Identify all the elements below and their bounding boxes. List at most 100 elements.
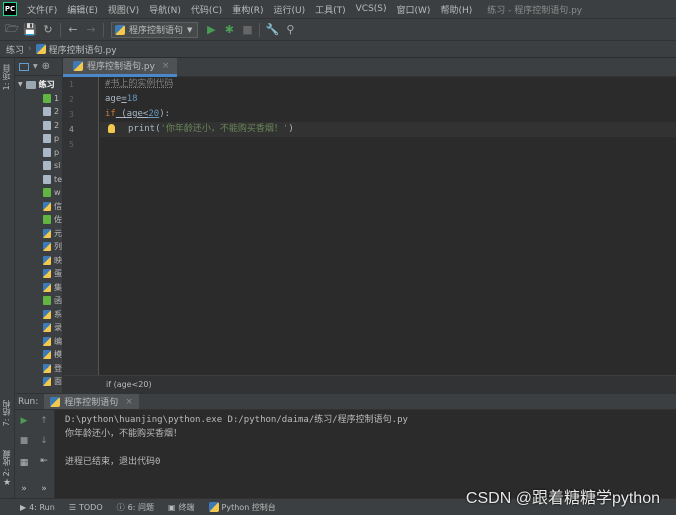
favorites-tool-tab[interactable]: 2: 收藏 [1, 450, 12, 476]
sync-icon[interactable]: ↻ [39, 21, 57, 39]
tree-item[interactable]: p [43, 146, 62, 160]
problems-tool-tab[interactable]: ⓘ 6: 问题 [117, 502, 154, 513]
target-icon[interactable]: ⊕ [42, 61, 50, 72]
code-line[interactable]: if (age<20): [100, 107, 676, 122]
menu-run[interactable]: 运行(U) [268, 3, 310, 16]
chevron-down-icon[interactable]: ▼ [33, 63, 38, 70]
close-icon[interactable]: × [162, 61, 170, 71]
run-tab[interactable]: 程序控制语句 × [44, 394, 139, 409]
layout-icon[interactable]: ▦ [17, 456, 31, 470]
code-area[interactable]: #书上的实例代码 age=18 if (age<20): print('你年龄还… [100, 77, 676, 375]
tree-item-label: te [54, 174, 63, 184]
open-folder-icon[interactable]: 🗁 [3, 21, 21, 39]
tree-item[interactable]: w [43, 186, 62, 200]
run-config-select[interactable]: 程序控制语句 ▼ [111, 21, 199, 38]
run-icon[interactable]: ▶ [202, 21, 220, 39]
star-icon[interactable]: ★ [3, 478, 11, 488]
arrow-down-icon[interactable]: ↓ [37, 434, 51, 448]
python-file-icon [35, 44, 46, 54]
tree-item[interactable]: 系 [43, 308, 62, 322]
code-line-current[interactable]: print('你年龄还小，不能购买香烟！') [100, 122, 676, 137]
pycharm-logo-icon: PC [3, 2, 17, 16]
toolbar-divider [103, 22, 104, 37]
tree-item-label: 2 [54, 107, 60, 117]
menu-view[interactable]: 视图(V) [103, 3, 144, 16]
code-line[interactable]: #书上的实例代码 [100, 77, 676, 92]
menu-file[interactable]: 文件(F) [22, 3, 62, 16]
code-line[interactable] [100, 137, 676, 152]
menu-help[interactable]: 帮助(H) [435, 3, 477, 16]
stop-icon[interactable]: ■ [238, 21, 256, 39]
code-breadcrumb-label: if (age<20) [106, 380, 152, 389]
chevron-right-icon: › [28, 44, 32, 54]
save-icon[interactable]: 💾 [21, 21, 39, 39]
line-number: 2 [69, 95, 74, 104]
tree-item[interactable]: 1 [43, 92, 62, 106]
breadcrumb-file[interactable]: 程序控制语句.py [49, 43, 117, 56]
left-tool-stripe: 1: 项目 7: 结构 2: 收藏 ★ [0, 58, 15, 498]
menu-vcs[interactable]: VCS(S) [351, 4, 392, 14]
tab-program-control[interactable]: 程序控制语句.py × [63, 57, 178, 77]
menu-tools[interactable]: 工具(T) [310, 3, 351, 16]
tree-item[interactable]: 信 [43, 200, 62, 214]
menu-window[interactable]: 窗口(W) [392, 3, 436, 16]
chevron-down-icon: ▼ [187, 25, 193, 34]
todo-tool-tab[interactable]: ☰ TODO [69, 503, 103, 512]
tree-item-label: 面 [54, 377, 62, 387]
wrench-settings-icon[interactable]: 🔧 [263, 21, 281, 39]
tree-item[interactable]: sl [43, 159, 62, 173]
tree-item[interactable]: 2 [43, 119, 62, 133]
tree-item[interactable]: 模 [43, 348, 62, 362]
file-icon [43, 188, 51, 198]
structure-tool-tab[interactable]: 7: 结构 [1, 400, 12, 426]
project-tool-tab[interactable]: 1: 项目 [1, 64, 12, 90]
tree-item[interactable]: 面 [43, 375, 62, 389]
file-icon [43, 309, 51, 319]
code-number: 18 [126, 94, 138, 104]
tree-item[interactable]: 集 [43, 281, 62, 295]
soft-wrap-icon[interactable]: ⇤ [37, 454, 51, 468]
menu-refactor[interactable]: 重构(R) [227, 3, 268, 16]
code-cond-end: ): [159, 109, 171, 119]
rerun-icon[interactable]: ▶ [17, 414, 31, 428]
terminal-tool-tab[interactable]: ▣ 终端 [168, 502, 195, 513]
tree-item[interactable]: 蛋 [43, 267, 62, 281]
tree-item[interactable]: 录 [43, 321, 62, 335]
debug-bug-icon[interactable]: ✱ [220, 21, 238, 39]
tree-item[interactable]: te [43, 173, 62, 187]
forward-arrow-icon[interactable]: → [82, 21, 100, 39]
file-icon [43, 107, 51, 117]
tree-item-label: 映 [54, 255, 62, 265]
tree-item[interactable]: p [43, 132, 62, 146]
menu-navigate[interactable]: 导航(N) [144, 3, 186, 16]
project-view-icon[interactable] [19, 62, 29, 71]
breadcrumb-project[interactable]: 练习 [6, 43, 24, 56]
tree-item[interactable]: 佐 [43, 213, 62, 227]
tree-item[interactable]: 编 [43, 335, 62, 349]
menu-edit[interactable]: 编辑(E) [62, 3, 103, 16]
tree-item-label: w [54, 188, 61, 198]
file-icon [43, 93, 51, 103]
more-icon[interactable]: » [17, 482, 31, 496]
python-file-icon [50, 396, 61, 407]
tree-item[interactable]: 列 [43, 240, 62, 254]
search-icon[interactable]: ⚲ [281, 21, 299, 39]
tree-item[interactable]: 元 [43, 227, 62, 241]
tree-root[interactable]: ▼ 练习 [18, 78, 62, 92]
run-tool-tab[interactable]: ▶ 4: Run [20, 503, 55, 512]
editor-breadcrumb[interactable]: if (age<20) [63, 375, 676, 393]
python-console-tool-tab[interactable]: Python 控制台 [208, 502, 276, 513]
lightbulb-icon[interactable] [108, 124, 115, 133]
back-arrow-icon[interactable]: ← [64, 21, 82, 39]
close-icon[interactable]: × [125, 397, 133, 407]
stop-icon[interactable]: ■ [17, 434, 31, 448]
menu-code[interactable]: 代码(C) [186, 3, 227, 16]
tree-item[interactable]: 函 [43, 294, 62, 308]
tree-item[interactable]: 映 [43, 254, 62, 268]
tree-item[interactable]: 登 [43, 362, 62, 376]
code-line[interactable]: age=18 [100, 92, 676, 107]
line-number: 1 [69, 80, 74, 89]
more-icon[interactable]: » [37, 482, 51, 496]
arrow-up-icon[interactable]: ↑ [37, 414, 51, 428]
tree-item[interactable]: 2 [43, 105, 62, 119]
